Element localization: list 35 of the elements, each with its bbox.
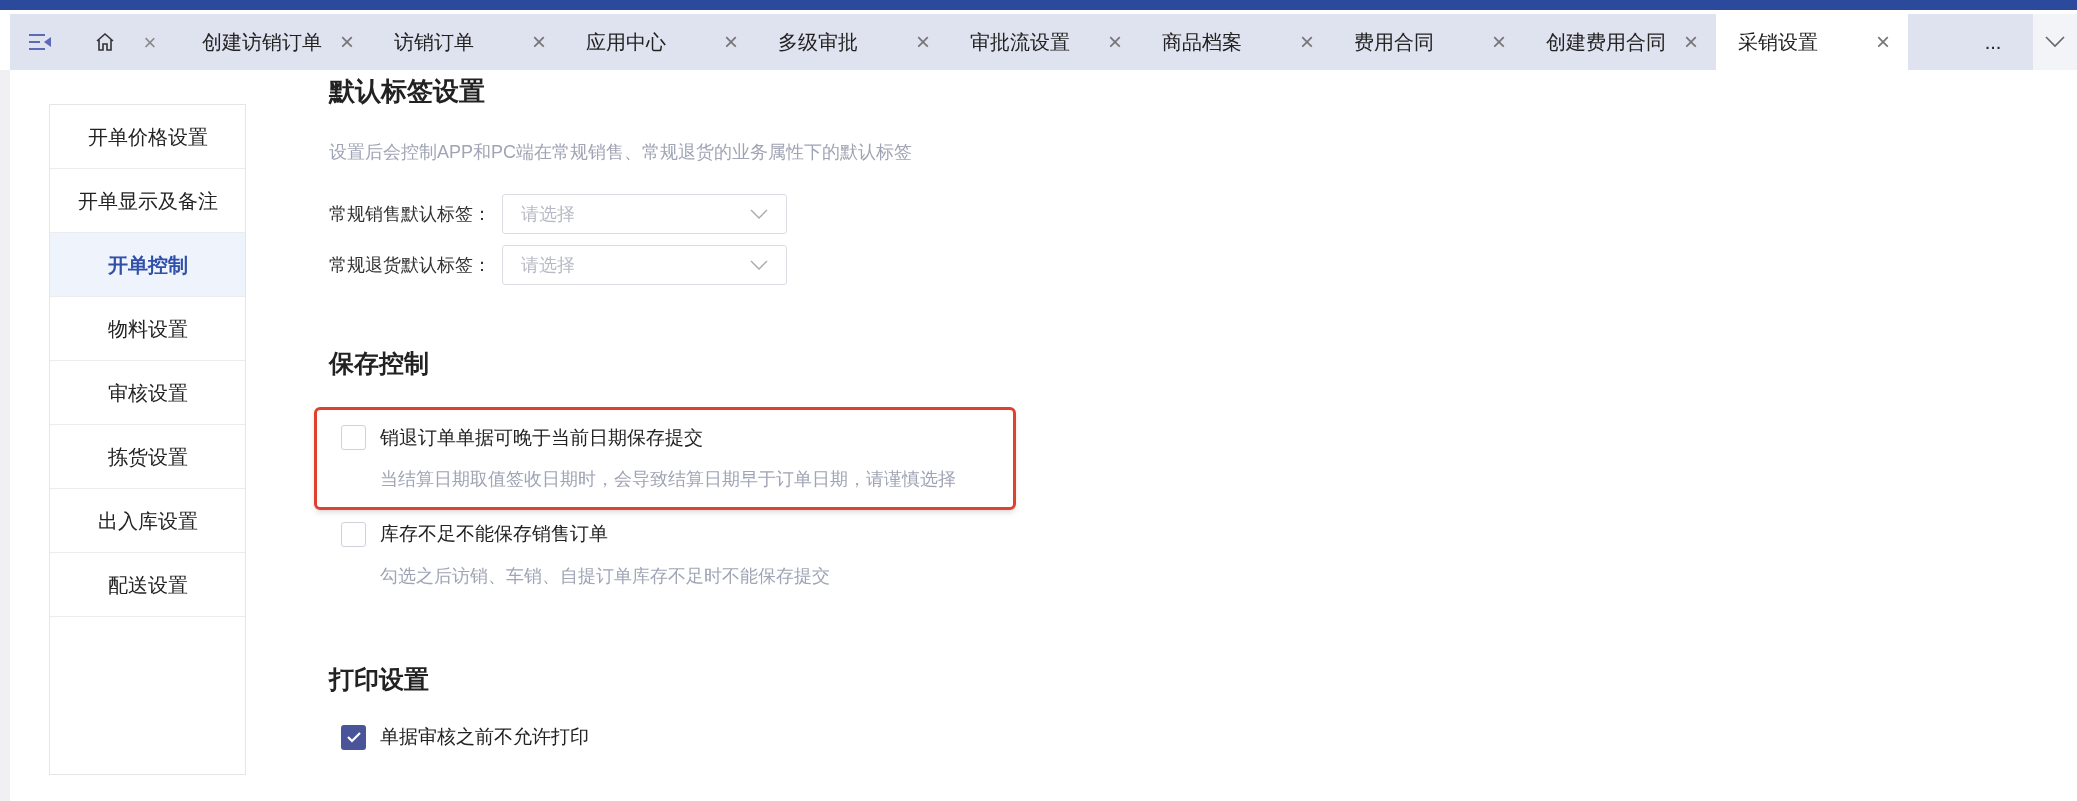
sidebar-item[interactable]: 开单价格设置 [50,105,245,169]
option-description: 勾选之后访销、车销、自提订单库存不足时不能保存提交 [380,564,831,588]
tab[interactable]: 访销订单 × [372,14,564,70]
chevron-down-icon[interactable] [2033,14,2077,70]
sidebar-item[interactable]: 物料设置 [50,297,245,361]
sidebar-item[interactable]: 配送设置 [50,553,245,617]
section-description: 设置后会控制APP和PC端在常规销售、常规退货的业务属性下的默认标签 [329,141,914,164]
checkbox[interactable] [341,425,366,451]
chevron-down-icon [750,259,768,271]
tab[interactable]: 审批流设置 × [948,14,1140,70]
sidebar-item[interactable]: 开单控制 [50,233,245,297]
field-label: 常规退货默认标签： [329,253,492,277]
option-label: 库存不足不能保存销售订单 [380,522,608,546]
tab[interactable]: 应用中心 × [564,14,756,70]
tab[interactable]: 采销设置 × [1716,14,1908,70]
chevron-down-icon [750,208,768,220]
check-icon [345,731,362,744]
tab[interactable]: 费用合同 × [1332,14,1524,70]
tab[interactable]: 多级审批 × [756,14,948,70]
sidebar-item[interactable]: 出入库设置 [50,489,245,553]
section-title: 保存控制 [329,348,430,379]
tab[interactable]: 商品档案 × [1140,14,1332,70]
close-icon[interactable]: × [1876,24,1890,60]
section-title: 默认标签设置 [329,76,486,106]
sidebar-item[interactable]: 审核设置 [50,361,245,425]
checkbox[interactable] [341,724,366,750]
tab[interactable]: 创建费用合同 × [1524,14,1716,70]
section-title: 打印设置 [329,663,430,695]
option-label: 销退订单单据可晚于当前日期保存提交 [380,425,703,450]
checkbox[interactable] [341,521,366,547]
option-description: 当结算日期取值签收日期时，会导致结算日期早于订单日期，请谨慎选择 [380,468,957,491]
sidebar-item[interactable]: 拣货设置 [50,425,245,489]
option-label: 单据审核之前不允许打印 [380,725,589,749]
tab[interactable]: 创建访销订单 × [180,14,372,70]
field-label: 常规销售默认标签： [329,202,492,226]
